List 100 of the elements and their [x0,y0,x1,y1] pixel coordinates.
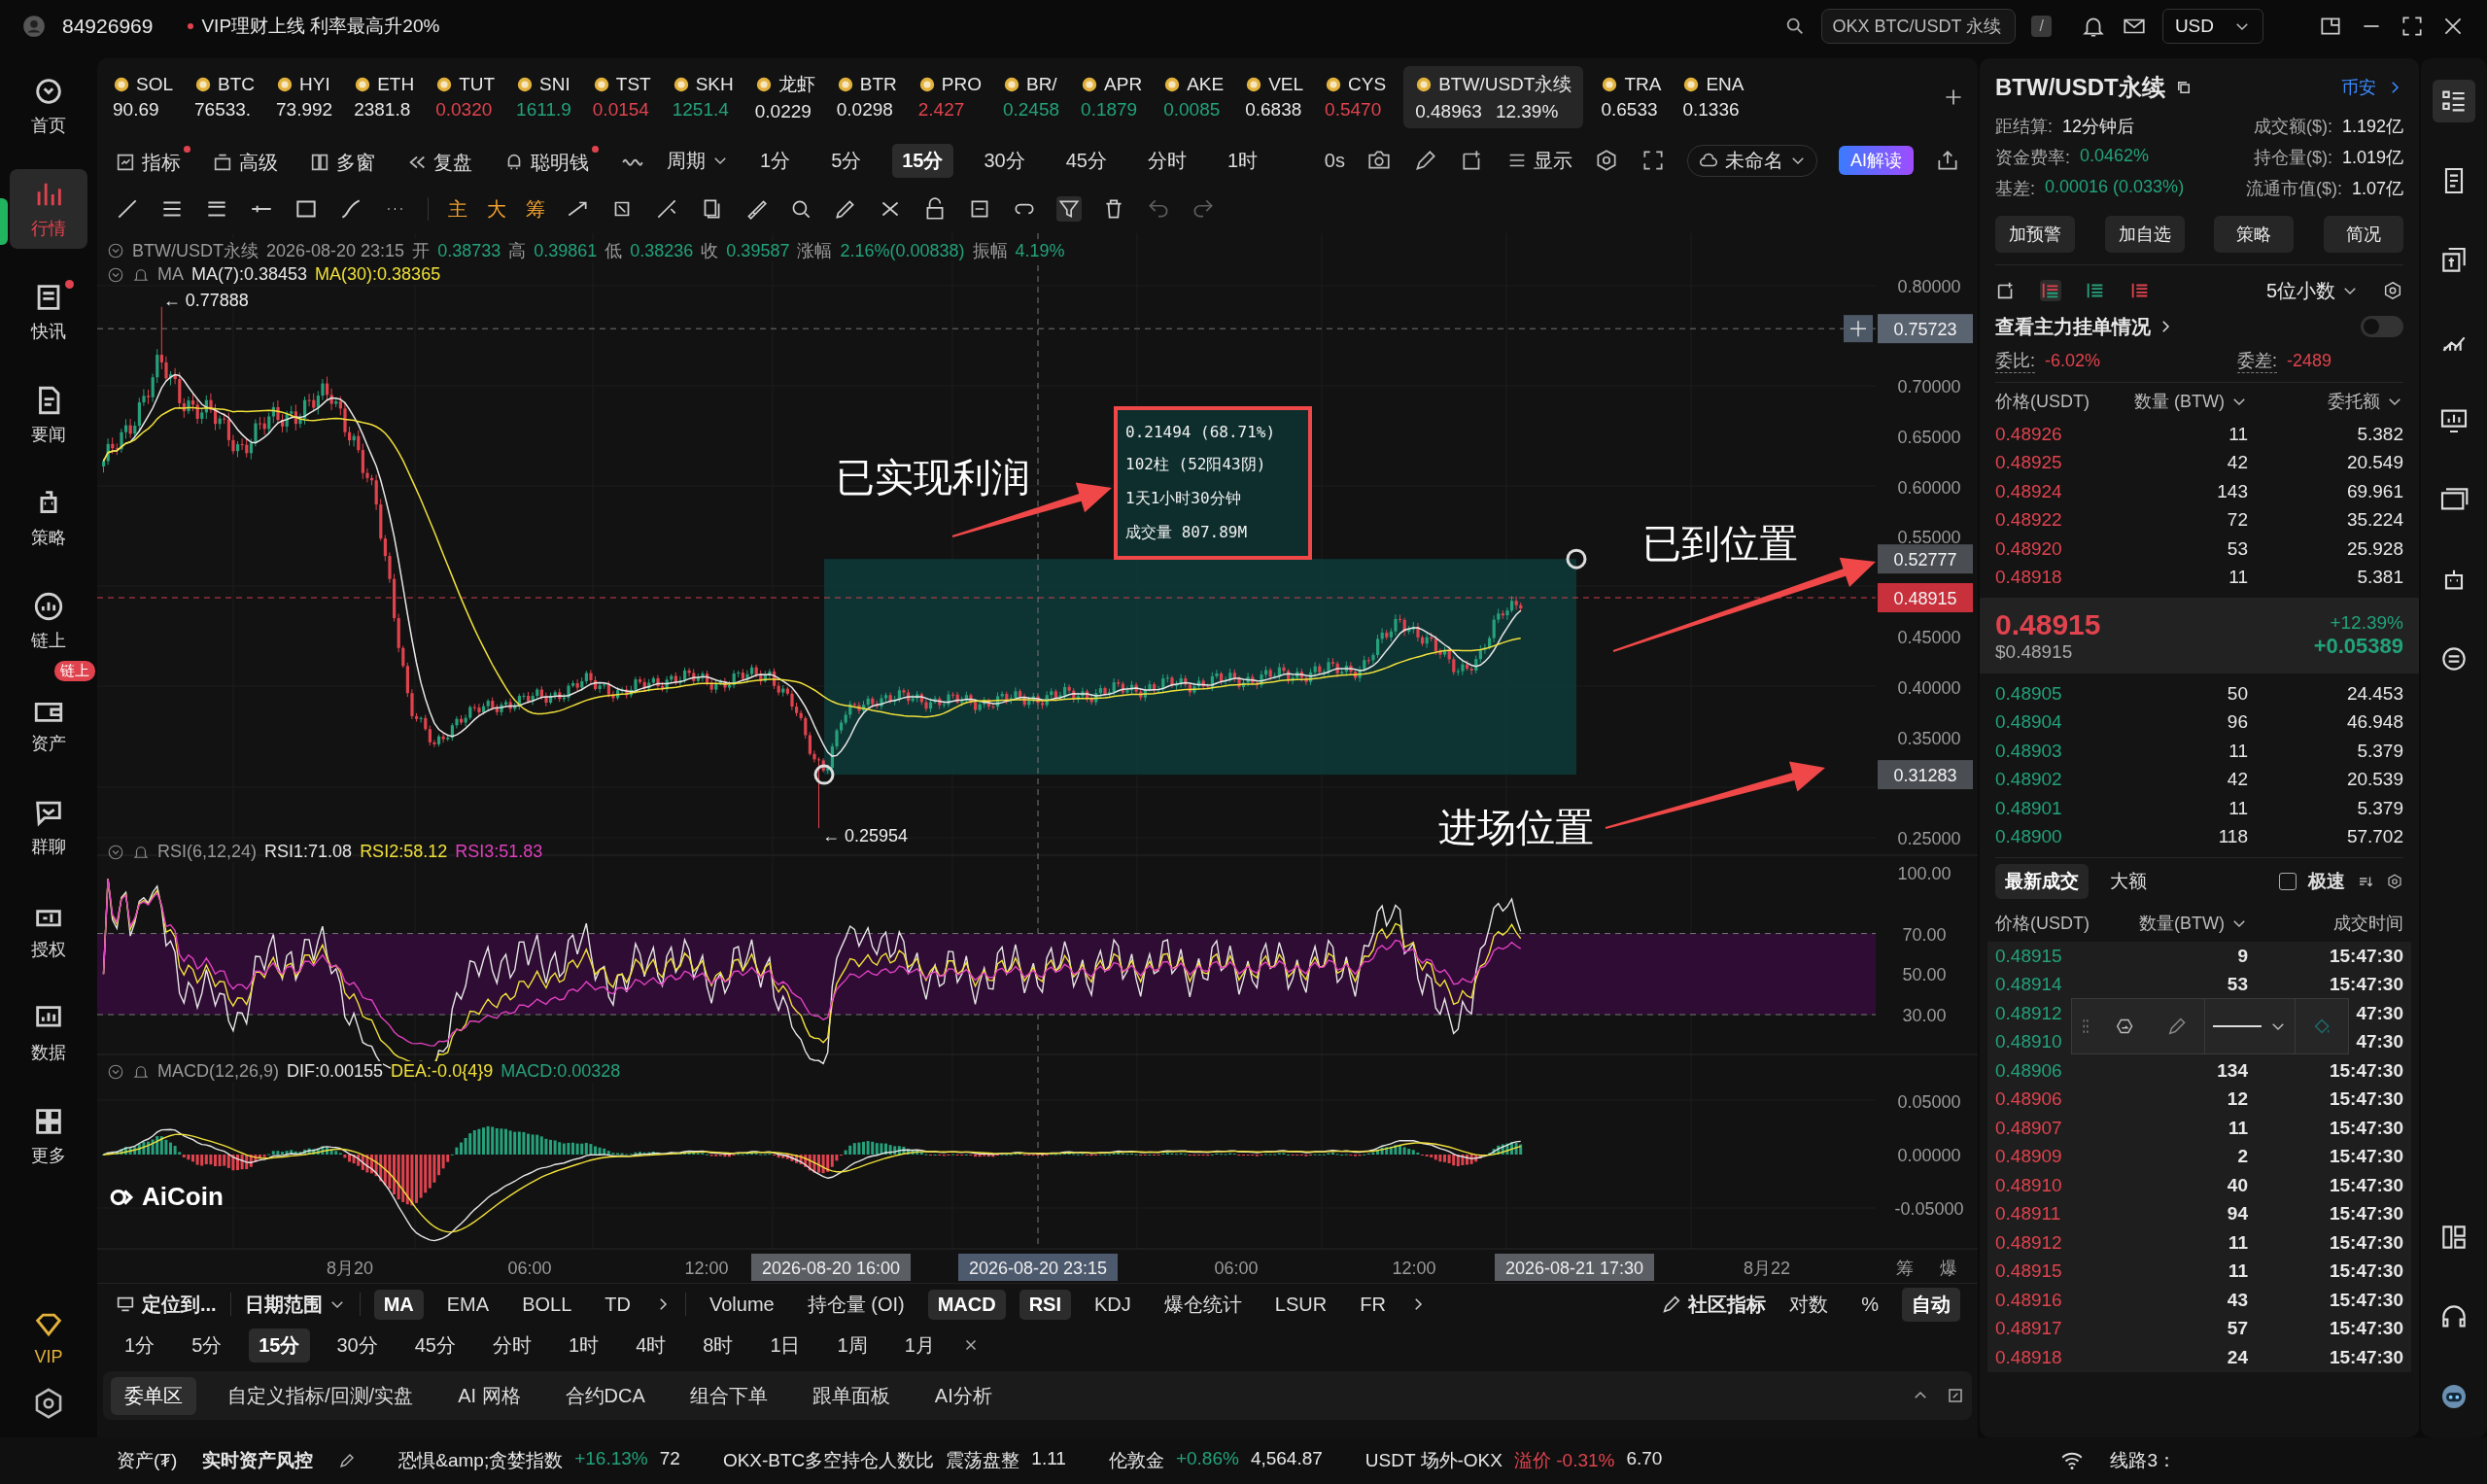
timeframe-tab[interactable]: 1时 [1218,143,1268,178]
ticker-item[interactable]: ETH 2381.8 [350,70,419,124]
indicator-tab[interactable]: 持仓量 (OI) [797,1287,915,1322]
timeframe-tab[interactable]: 45分 [404,1328,466,1363]
range-handle[interactable] [813,764,835,785]
ticker-item[interactable]: CYS 0.5470 [1321,70,1391,124]
timeframe-tab[interactable]: 1周 [827,1328,878,1363]
ticker-item[interactable]: BTC 76533. [190,70,259,124]
action-button[interactable]: 简况 [2323,216,2403,253]
column-header[interactable]: 委托额 [2254,390,2380,413]
period-dropdown[interactable]: 周期 [667,147,729,174]
ticker-item[interactable]: BTR 0.0298 [832,70,901,124]
toolbar-button[interactable]: 复盘 [406,145,482,176]
expand-icon[interactable] [1947,1387,1964,1404]
column-header[interactable]: 数量(BTW) [2127,912,2225,935]
watchlist-icon[interactable] [2433,80,2475,122]
precision-dropdown[interactable]: 5位小数 [2265,277,2359,304]
timeframe-tab[interactable]: 1分 [750,143,801,178]
locate-button[interactable]: 定位到... [115,1291,217,1318]
ticker-item[interactable]: VEL 0.6838 [1241,70,1308,124]
ticker-item[interactable]: HYI 73.992 [272,70,337,124]
sidebar-item[interactable]: 资产 [10,684,87,764]
ticker-item[interactable]: PRO 2.427 [914,70,985,124]
sidebar-item[interactable]: 快讯 [10,272,87,352]
indicator-tab[interactable]: 爆仓统计 [1154,1287,1252,1322]
timeframe-tab[interactable]: 分时 [483,1328,541,1363]
vip-item[interactable]: VIP [10,1297,87,1377]
range-handle[interactable] [1566,548,1587,569]
connection-line[interactable]: 线路3： [2110,1448,2176,1473]
ticker-item[interactable]: 龙虾 0.0229 [750,68,819,126]
ticker-item[interactable]: SKH 1251.4 [668,70,738,124]
date-range-dropdown[interactable]: 日期范围 [244,1291,346,1318]
ticker-item[interactable]: TRA 0.6533 [1597,70,1666,124]
indicator-tab[interactable]: Volume [699,1289,784,1320]
indicator-tab[interactable]: MA [373,1289,424,1320]
layout-dropdown[interactable]: 未命名 [1687,144,1817,177]
panel-tab[interactable]: 自定义指标/回测/实盘 [214,1376,428,1415]
indicator-tab[interactable]: FR [1350,1289,1396,1320]
toolbar-button[interactable]: 指标 [115,145,190,176]
ticker-item[interactable]: APR 0.1879 [1077,70,1147,124]
sidebar-item[interactable]: 群聊 [10,787,87,867]
hexagon-settings-icon[interactable] [1594,148,1619,173]
scale-option[interactable]: % [1851,1289,1888,1320]
ai-button[interactable]: AI解读 [1839,146,1914,175]
sidebar-item[interactable]: 链上 [10,581,87,661]
timeframe-tab[interactable]: 30分 [327,1328,388,1363]
collapse-icon[interactable] [107,242,124,259]
community-indicator-button[interactable]: 社区指标 [1661,1291,1767,1318]
sidebar-item[interactable]: 行情 [10,169,87,249]
timeframe-tab[interactable]: 1日 [760,1328,811,1363]
risk-control-link[interactable]: 实时资产风控 [202,1448,314,1473]
sidebar-item[interactable]: 数据 [10,993,87,1073]
scale-option[interactable]: 对数 [1779,1287,1839,1322]
timeframe-tab[interactable]: 5分 [182,1328,232,1363]
indicator-tab[interactable]: TD [595,1289,640,1320]
sidebar-item[interactable]: 首页 [10,66,87,146]
panel-tab[interactable]: 组合下单 [675,1376,781,1415]
action-button[interactable]: 加自选 [2104,216,2185,253]
panel-tab[interactable]: AI 网格 [444,1376,535,1415]
settings-icon[interactable] [2386,873,2403,890]
sidebar-item[interactable]: 授权 [10,890,87,970]
timeframe-tab[interactable]: 1时 [559,1328,609,1363]
user-icon[interactable] [21,14,47,39]
column-header[interactable]: 数量 (BTW) [2127,390,2225,413]
trades-tab[interactable]: 大额 [2100,864,2157,899]
fast-checkbox[interactable] [2279,873,2297,890]
ticker-item[interactable]: SNI 1611.9 [512,70,575,124]
action-button[interactable]: 加预警 [1995,216,2075,253]
timeframe-tab[interactable]: 分时 [1138,143,1196,178]
currency-dropdown[interactable]: USD [2161,9,2263,44]
ticker-item[interactable]: SOL 90.69 [109,70,178,124]
book-both-icon[interactable] [2040,280,2061,301]
overlay-toggle[interactable]: 筹 [526,195,545,223]
ticker-item[interactable]: BTW/USDT永续 0.48963 12.39% [1403,66,1584,128]
maximize-icon[interactable] [2400,14,2425,39]
ticker-item[interactable]: TST 0.0154 [588,70,655,124]
float-tab[interactable] [0,198,8,245]
timeframe-tab[interactable]: 15分 [249,1328,310,1363]
ticker-item[interactable]: BR/ 0.2458 [998,70,1064,124]
collapse-icon[interactable] [107,843,124,861]
notice-link[interactable]: VIP理财上线 利率最高升20% [201,14,440,39]
timeframe-tab[interactable]: 15分 [892,143,953,178]
sidebar-item[interactable]: 更多 [10,1096,87,1176]
main-orders-toggle[interactable] [2361,316,2403,337]
trades-tab[interactable]: 最新成交 [1995,864,2089,899]
timeframe-tab[interactable]: 1月 [894,1328,945,1363]
main-orders-link[interactable]: 查看主力挂单情况 [1995,313,2151,340]
timeframe-tab[interactable]: 45分 [1055,143,1117,178]
settings-icon[interactable] [2382,280,2403,301]
panel-tab[interactable]: 委单区 [111,1376,196,1415]
ticker-item[interactable]: ENA 0.1336 [1678,70,1748,124]
indicator-tab[interactable]: BOLL [512,1289,582,1320]
line-style-dropdown[interactable] [2203,999,2296,1053]
fullscreen-icon[interactable] [1641,148,1666,173]
ticker-item[interactable]: TUT 0.0320 [432,70,500,124]
collapse-icon[interactable] [107,265,124,284]
indicator-tab[interactable]: EMA [436,1289,500,1320]
ticker-item[interactable]: AKE 0.0085 [1159,70,1228,124]
indicator-tab[interactable]: KDJ [1085,1289,1141,1320]
panel-tab[interactable]: 跟单面板 [798,1376,904,1415]
